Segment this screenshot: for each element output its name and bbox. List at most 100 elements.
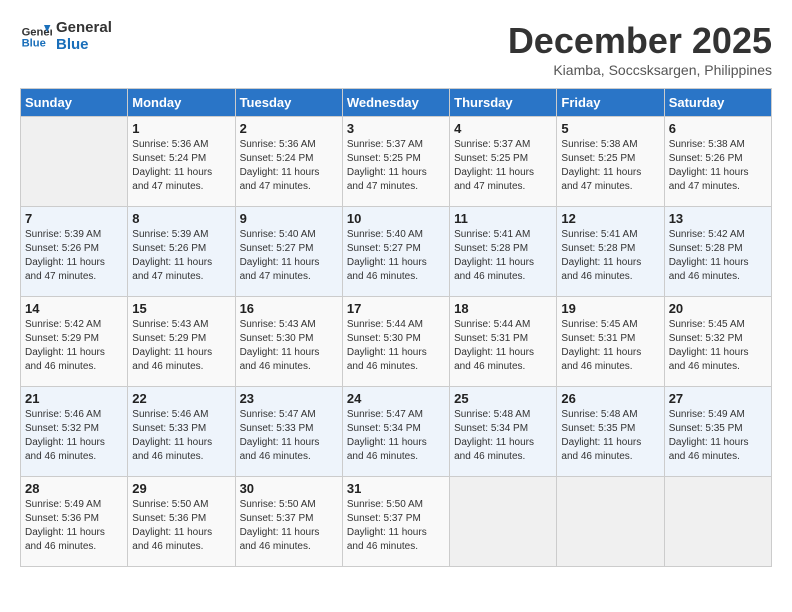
calendar-cell: 26 Sunrise: 5:48 AMSunset: 5:35 PMDayligh… [557, 387, 664, 477]
calendar-cell: 29 Sunrise: 5:50 AMSunset: 5:36 PMDayligh… [128, 477, 235, 567]
calendar-cell: 5Sunrise: 5:38 AMSunset: 5:25 PMDaylight… [557, 117, 664, 207]
calendar-cell: 18Sunrise: 5:44 AMSunset: 5:31 PMDayligh… [450, 297, 557, 387]
cell-info: Sunrise: 5:40 AMSunset: 5:27 PMDaylight:… [347, 228, 445, 284]
calendar-cell: 9Sunrise: 5:40 AMSunset: 5:27 PMDaylight… [235, 207, 342, 297]
day-number: 20 [669, 301, 767, 316]
cell-info: Sunrise: 5:41 AMSunset: 5:28 PMDaylight:… [454, 228, 552, 284]
cell-info: Sunrise: 5:38 AMSunset: 5:26 PMDaylight:… [669, 138, 767, 194]
calendar-cell: 30Sunrise: 5:50 AMSunset: 5:37 PMDayligh… [235, 477, 342, 567]
day-number: 30 [240, 481, 338, 496]
svg-text:Blue: Blue [22, 37, 46, 49]
day-number: 12 [561, 211, 659, 226]
column-header-thursday: Thursday [450, 89, 557, 117]
day-number: 29 [132, 481, 230, 496]
cell-info: Sunrise: 5:43 AMSunset: 5:29 PMDaylight:… [132, 318, 230, 374]
calendar-cell: 20 Sunrise: 5:45 AMSunset: 5:32 PMDayligh… [664, 297, 771, 387]
cell-info: Sunrise: 5:49 AMSunset: 5:36 PMDaylight:… [25, 498, 123, 554]
calendar-cell: 6Sunrise: 5:38 AMSunset: 5:26 PMDaylight… [664, 117, 771, 207]
cell-info: Sunrise: 5:45 AMSunset: 5:32 PMDaylight:… [669, 318, 767, 374]
calendar-cell: 8 Sunrise: 5:39 AMSunset: 5:26 PMDaylight… [128, 207, 235, 297]
cell-info: Sunrise: 5:48 AMSunset: 5:34 PMDaylight:… [454, 408, 552, 464]
calendar-cell: 21 Sunrise: 5:46 AMSunset: 5:32 PMDayligh… [21, 387, 128, 477]
calendar-cell: 16 Sunrise: 5:43 AMSunset: 5:30 PMDayligh… [235, 297, 342, 387]
calendar-cell [664, 477, 771, 567]
calendar-cell: 23 Sunrise: 5:47 AMSunset: 5:33 PMDayligh… [235, 387, 342, 477]
day-number: 10 [347, 211, 445, 226]
calendar-cell: 14 Sunrise: 5:42 AMSunset: 5:29 PMDayligh… [21, 297, 128, 387]
page-header: General Blue General Blue December 2025 … [20, 20, 772, 78]
day-number: 22 [132, 391, 230, 406]
cell-info: Sunrise: 5:37 AMSunset: 5:25 PMDaylight:… [347, 138, 445, 194]
calendar-week-4: 21 Sunrise: 5:46 AMSunset: 5:32 PMDayligh… [21, 387, 772, 477]
day-number: 17 [347, 301, 445, 316]
day-number: 19 [561, 301, 659, 316]
day-number: 3 [347, 121, 445, 136]
calendar-week-1: 1 Sunrise: 5:36 AMSunset: 5:24 PMDaylight… [21, 117, 772, 207]
logo-icon: General Blue [20, 21, 52, 53]
day-number: 7 [25, 211, 123, 226]
calendar-cell: 28 Sunrise: 5:49 AMSunset: 5:36 PMDayligh… [21, 477, 128, 567]
column-header-saturday: Saturday [664, 89, 771, 117]
day-number: 31 [347, 481, 445, 496]
day-number: 16 [240, 301, 338, 316]
cell-info: Sunrise: 5:44 AMSunset: 5:31 PMDaylight:… [454, 318, 552, 374]
cell-info: Sunrise: 5:50 AMSunset: 5:37 PMDaylight:… [347, 498, 445, 554]
header-row: SundayMondayTuesdayWednesdayThursdayFrid… [21, 89, 772, 117]
day-number: 24 [347, 391, 445, 406]
column-header-friday: Friday [557, 89, 664, 117]
calendar-cell: 1 Sunrise: 5:36 AMSunset: 5:24 PMDaylight… [128, 117, 235, 207]
calendar-cell [557, 477, 664, 567]
cell-info: Sunrise: 5:47 AMSunset: 5:33 PMDaylight:… [240, 408, 338, 464]
day-number: 4 [454, 121, 552, 136]
calendar-cell: 13Sunrise: 5:42 AMSunset: 5:28 PMDayligh… [664, 207, 771, 297]
day-number: 11 [454, 211, 552, 226]
day-number: 26 [561, 391, 659, 406]
column-header-sunday: Sunday [21, 89, 128, 117]
column-header-wednesday: Wednesday [342, 89, 449, 117]
calendar-cell: 17 Sunrise: 5:44 AMSunset: 5:30 PMDayligh… [342, 297, 449, 387]
cell-info: Sunrise: 5:37 AMSunset: 5:25 PMDaylight:… [454, 138, 552, 194]
cell-info: Sunrise: 5:45 AMSunset: 5:31 PMDaylight:… [561, 318, 659, 374]
cell-info: Sunrise: 5:36 AMSunset: 5:24 PMDaylight:… [132, 138, 230, 194]
calendar-cell: 27 Sunrise: 5:49 AMSunset: 5:35 PMDayligh… [664, 387, 771, 477]
column-header-tuesday: Tuesday [235, 89, 342, 117]
day-number: 13 [669, 211, 767, 226]
calendar-cell: 4 Sunrise: 5:37 AMSunset: 5:25 PMDaylight… [450, 117, 557, 207]
cell-info: Sunrise: 5:46 AMSunset: 5:32 PMDaylight:… [25, 408, 123, 464]
calendar-cell [450, 477, 557, 567]
day-number: 14 [25, 301, 123, 316]
calendar-cell: 19 Sunrise: 5:45 AMSunset: 5:31 PMDayligh… [557, 297, 664, 387]
day-number: 28 [25, 481, 123, 496]
day-number: 15 [132, 301, 230, 316]
day-number: 23 [240, 391, 338, 406]
cell-info: Sunrise: 5:48 AMSunset: 5:35 PMDaylight:… [561, 408, 659, 464]
cell-info: Sunrise: 5:36 AMSunset: 5:24 PMDaylight:… [240, 138, 338, 194]
cell-info: Sunrise: 5:44 AMSunset: 5:30 PMDaylight:… [347, 318, 445, 374]
cell-info: Sunrise: 5:43 AMSunset: 5:30 PMDaylight:… [240, 318, 338, 374]
cell-info: Sunrise: 5:49 AMSunset: 5:35 PMDaylight:… [669, 408, 767, 464]
calendar-cell: 10 Sunrise: 5:40 AMSunset: 5:27 PMDayligh… [342, 207, 449, 297]
calendar-cell: 31 Sunrise: 5:50 AMSunset: 5:37 PMDayligh… [342, 477, 449, 567]
location-subtitle: Kiamba, Soccsksargen, Philippines [508, 62, 772, 78]
month-title: December 2025 [508, 20, 772, 62]
day-number: 1 [132, 121, 230, 136]
calendar-cell: 15 Sunrise: 5:43 AMSunset: 5:29 PMDayligh… [128, 297, 235, 387]
day-number: 8 [132, 211, 230, 226]
day-number: 21 [25, 391, 123, 406]
day-number: 27 [669, 391, 767, 406]
calendar-cell: 3 Sunrise: 5:37 AMSunset: 5:25 PMDaylight… [342, 117, 449, 207]
cell-info: Sunrise: 5:40 AMSunset: 5:27 PMDaylight:… [240, 228, 338, 284]
cell-info: Sunrise: 5:46 AMSunset: 5:33 PMDaylight:… [132, 408, 230, 464]
calendar-week-3: 14 Sunrise: 5:42 AMSunset: 5:29 PMDayligh… [21, 297, 772, 387]
day-number: 25 [454, 391, 552, 406]
cell-info: Sunrise: 5:39 AMSunset: 5:26 PMDaylight:… [25, 228, 123, 284]
cell-info: Sunrise: 5:50 AMSunset: 5:36 PMDaylight:… [132, 498, 230, 554]
logo: General Blue General Blue [20, 20, 112, 53]
calendar-table: SundayMondayTuesdayWednesdayThursdayFrid… [20, 88, 772, 567]
cell-info: Sunrise: 5:42 AMSunset: 5:29 PMDaylight:… [25, 318, 123, 374]
day-number: 2 [240, 121, 338, 136]
calendar-cell: 12Sunrise: 5:41 AMSunset: 5:28 PMDayligh… [557, 207, 664, 297]
calendar-cell: 11 Sunrise: 5:41 AMSunset: 5:28 PMDayligh… [450, 207, 557, 297]
calendar-cell: 22 Sunrise: 5:46 AMSunset: 5:33 PMDayligh… [128, 387, 235, 477]
cell-info: Sunrise: 5:39 AMSunset: 5:26 PMDaylight:… [132, 228, 230, 284]
